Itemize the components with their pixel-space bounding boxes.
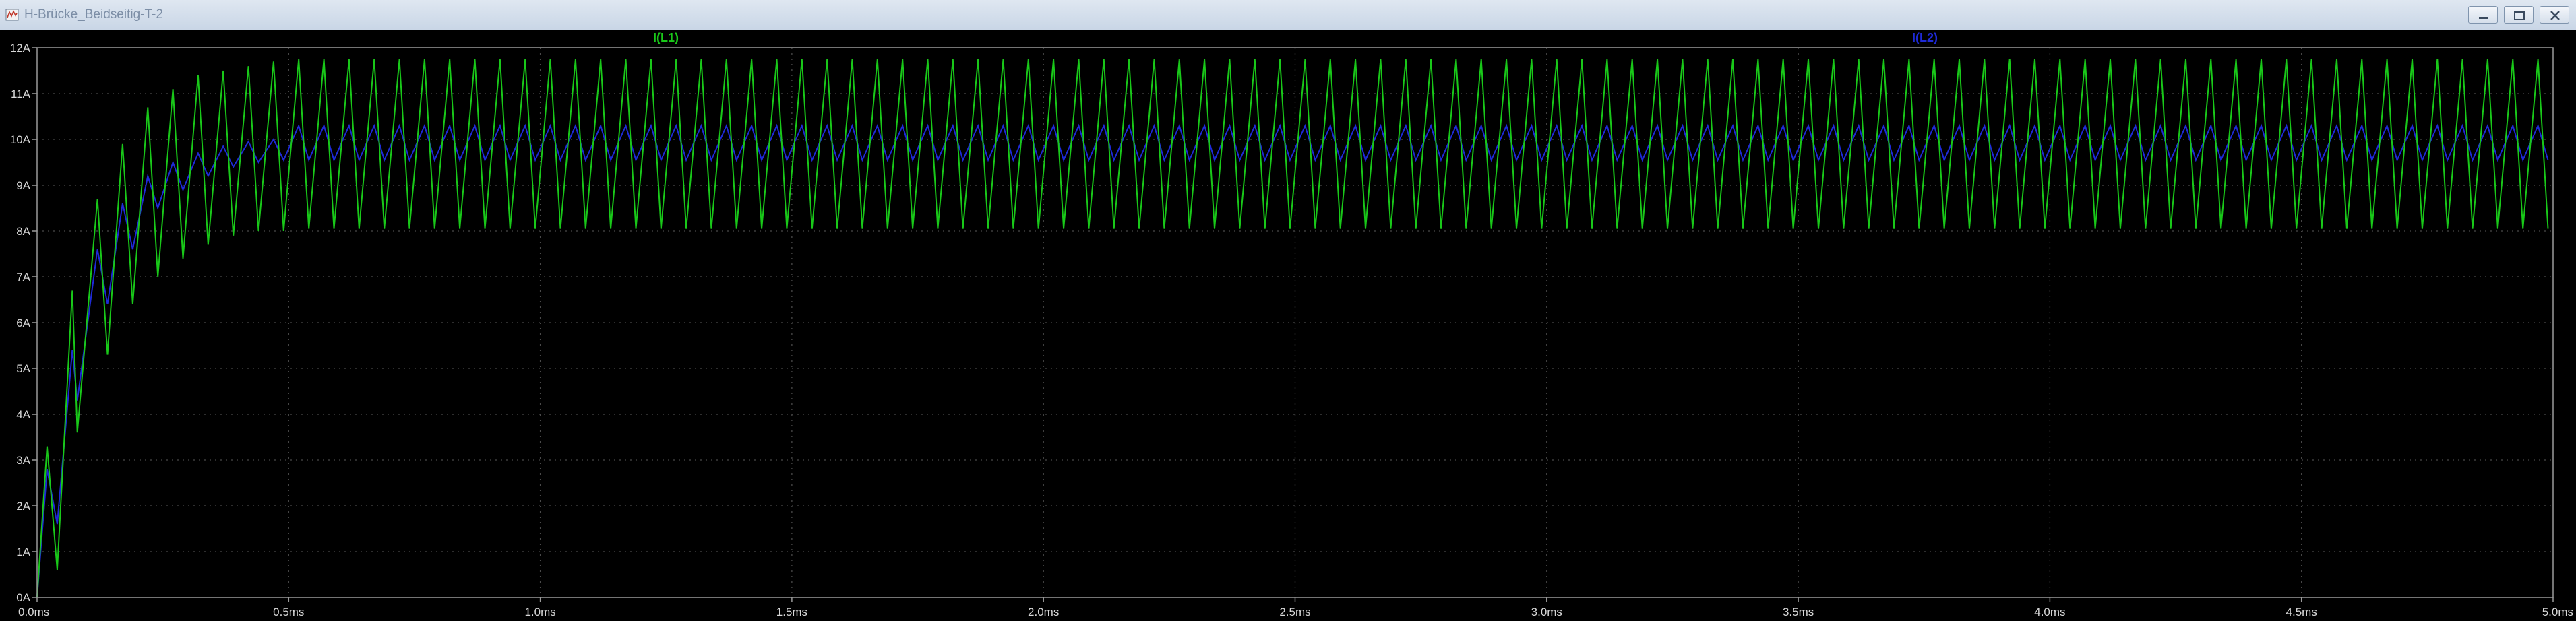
x-tick-label: 2.0ms <box>1028 606 1059 618</box>
plot-area[interactable]: 0A 1A 2A 3A 4A 5A 6A 7A 8A 9A 10A 11A 12A 0.0ms 0.5ms… <box>0 30 2576 621</box>
y-tick-label: 6A <box>16 317 30 329</box>
trace-label-i-l2[interactable]: I(L2) <box>1912 31 1938 44</box>
restore-icon <box>2514 11 2525 20</box>
y-tick-label: 1A <box>16 546 30 558</box>
minimize-icon <box>2479 17 2488 19</box>
y-tick-label: 3A <box>16 454 30 467</box>
x-tick-label: 3.0ms <box>1531 606 1562 618</box>
ltspice-app-icon <box>5 9 19 21</box>
trace-label-i-l1[interactable]: I(L1) <box>653 31 679 44</box>
waveform-chart[interactable]: 0A 1A 2A 3A 4A 5A 6A 7A 8A 9A 10A 11A 12A 0.0ms 0.5ms… <box>0 30 2576 621</box>
title-bar[interactable]: H-Brücke_Beidseitig-T-2 <box>0 0 2576 30</box>
x-tick-label: 3.5ms <box>1783 606 1814 618</box>
y-tick-label: 8A <box>16 225 30 238</box>
y-tick-label: 4A <box>16 408 30 421</box>
y-tick-label: 10A <box>10 133 31 146</box>
x-tick-label: 4.5ms <box>2286 606 2317 618</box>
minimize-button[interactable] <box>2468 6 2498 24</box>
y-tick-label: 0A <box>16 591 30 604</box>
x-tick-label: 0.0ms <box>18 606 49 618</box>
trace-i-l1 <box>36 59 2549 598</box>
y-tick-label: 2A <box>16 500 30 513</box>
y-tick-label: 9A <box>16 179 30 192</box>
x-tick-label: 0.5ms <box>273 606 304 618</box>
close-button[interactable] <box>2540 6 2569 24</box>
x-tick-label: 4.0ms <box>2034 606 2065 618</box>
y-tick-label: 5A <box>16 362 30 375</box>
y-tick-label: 11A <box>11 88 31 100</box>
grid-lines <box>37 48 2553 597</box>
restore-button[interactable] <box>2504 6 2534 24</box>
window-title: H-Brücke_Beidseitig-T-2 <box>24 7 163 22</box>
x-tick-label: 1.0ms <box>524 606 555 618</box>
waveform-window: H-Brücke_Beidseitig-T-2 0A 1A 2A 3A 4A 5A 6A 7A… <box>0 0 2576 621</box>
y-tick-label: 12A <box>10 42 31 55</box>
close-icon <box>2550 11 2560 20</box>
x-axis-ticks: 0.0ms 0.5ms 1.0ms 1.5ms 2.0ms 2.5ms 3.0ms 3.5ms… <box>18 597 2573 618</box>
x-tick-label: 1.5ms <box>776 606 807 618</box>
x-tick-label: 2.5ms <box>1279 606 1310 618</box>
x-tick-label: 5.0ms <box>2542 606 2573 618</box>
y-tick-label: 7A <box>16 271 30 284</box>
y-axis-ticks: 0A 1A 2A 3A 4A 5A 6A 7A 8A 9A 10A 11A 12A <box>10 42 37 604</box>
traces <box>36 59 2549 598</box>
